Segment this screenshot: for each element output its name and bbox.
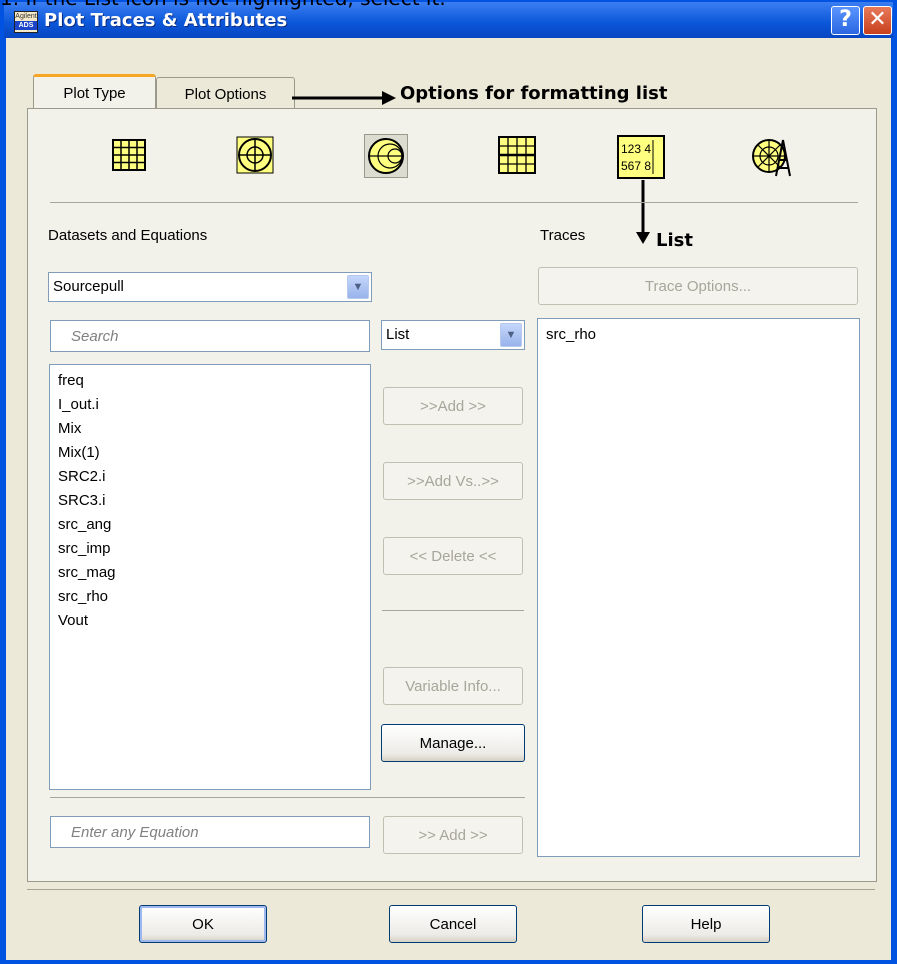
traces-heading: Traces	[540, 227, 586, 244]
variables-list: freq I_out.i Mix Mix(1) SRC2.i SRC3.i sr…	[50, 365, 370, 633]
list-item[interactable]: src_rho	[538, 323, 859, 347]
polar-plot-button[interactable]	[234, 134, 276, 176]
list-item[interactable]: I_out.i	[50, 393, 370, 417]
instruction-caption: 1. If the List icon is not highlighted, …	[0, 0, 446, 10]
help-button[interactable]: Help	[642, 905, 770, 943]
list-icon-line-2: 567 8	[621, 159, 651, 173]
icon-row-divider	[50, 202, 858, 203]
tab-plot-options[interactable]: Plot Options	[156, 77, 295, 111]
ok-button[interactable]: OK	[139, 905, 267, 943]
list-item[interactable]: src_mag	[50, 561, 370, 585]
list-item[interactable]: freq	[50, 369, 370, 393]
search-placeholder: Search	[71, 328, 119, 345]
list-item[interactable]: Mix(1)	[50, 441, 370, 465]
list-item[interactable]: src_rho	[50, 585, 370, 609]
variable-info-button[interactable]: Variable Info...	[383, 667, 523, 705]
app-icon-text-bottom: ADS	[15, 21, 37, 30]
middle-divider	[382, 610, 524, 611]
dataset-selected-value: Sourcepull	[53, 278, 124, 295]
add-vs-button[interactable]: >>Add Vs..>>	[383, 462, 523, 500]
chevron-down-icon[interactable]: ▼	[500, 323, 522, 347]
list-plot-button[interactable]: 123 4 567 8	[617, 134, 665, 179]
close-button[interactable]: ✕	[863, 6, 892, 35]
variables-listbox[interactable]: freq I_out.i Mix Mix(1) SRC2.i SRC3.i sr…	[49, 364, 371, 790]
annotation-arrow-options-icon	[292, 91, 396, 105]
app-icon-text-top: Agilent	[15, 13, 37, 20]
antenna-plot-icon	[752, 139, 791, 177]
equation-input[interactable]: Enter any Equation	[50, 816, 370, 848]
traces-listbox[interactable]: src_rho	[537, 318, 860, 857]
delete-trace-button[interactable]: << Delete <<	[383, 537, 523, 575]
dataset-dropdown[interactable]: Sourcepull ▼	[48, 272, 372, 302]
search-input[interactable]: Search	[50, 320, 370, 352]
ads-app-icon: Agilent ADS	[14, 11, 38, 33]
annotation-list-text: List	[656, 230, 693, 251]
cancel-button[interactable]: Cancel	[389, 905, 517, 943]
equation-divider	[50, 797, 525, 798]
add-trace-button[interactable]: >>Add >>	[383, 387, 523, 425]
rectangular-grid-icon	[112, 139, 146, 171]
stacked-rectangular-icon	[498, 136, 536, 174]
window-title: Plot Traces & Attributes	[44, 10, 288, 31]
list-item[interactable]: SRC3.i	[50, 489, 370, 513]
list-item[interactable]: SRC2.i	[50, 465, 370, 489]
list-item[interactable]: src_ang	[50, 513, 370, 537]
view-mode-value: List	[386, 326, 410, 343]
antenna-plot-button[interactable]	[750, 134, 792, 177]
polar-plot-icon	[236, 136, 274, 174]
list-icon: 123 4 567 8	[617, 135, 665, 179]
list-item[interactable]: src_imp	[50, 537, 370, 561]
chevron-down-icon[interactable]: ▼	[347, 275, 369, 299]
list-item[interactable]: Mix	[50, 417, 370, 441]
help-question-button[interactable]: ?	[831, 6, 860, 35]
smith-chart-icon	[368, 138, 404, 174]
footer-divider	[27, 889, 875, 890]
datasets-heading: Datasets and Equations	[48, 227, 208, 244]
view-mode-dropdown[interactable]: List ▼	[381, 320, 525, 350]
stacked-rectangular-button[interactable]	[496, 134, 538, 176]
manage-button[interactable]: Manage...	[381, 724, 525, 762]
annotation-options-text: Options for formatting list	[400, 83, 668, 104]
list-item[interactable]: Vout	[50, 609, 370, 633]
add-equation-button[interactable]: >> Add >>	[383, 816, 523, 854]
annotation-arrow-list-icon	[636, 180, 650, 244]
rectangular-plot-button[interactable]	[108, 134, 150, 176]
list-icon-line-1: 123 4	[621, 142, 651, 156]
traces-list: src_rho	[538, 319, 859, 347]
smith-chart-button[interactable]	[364, 134, 408, 178]
equation-placeholder: Enter any Equation	[71, 824, 199, 841]
trace-options-button[interactable]: Trace Options...	[538, 267, 858, 305]
